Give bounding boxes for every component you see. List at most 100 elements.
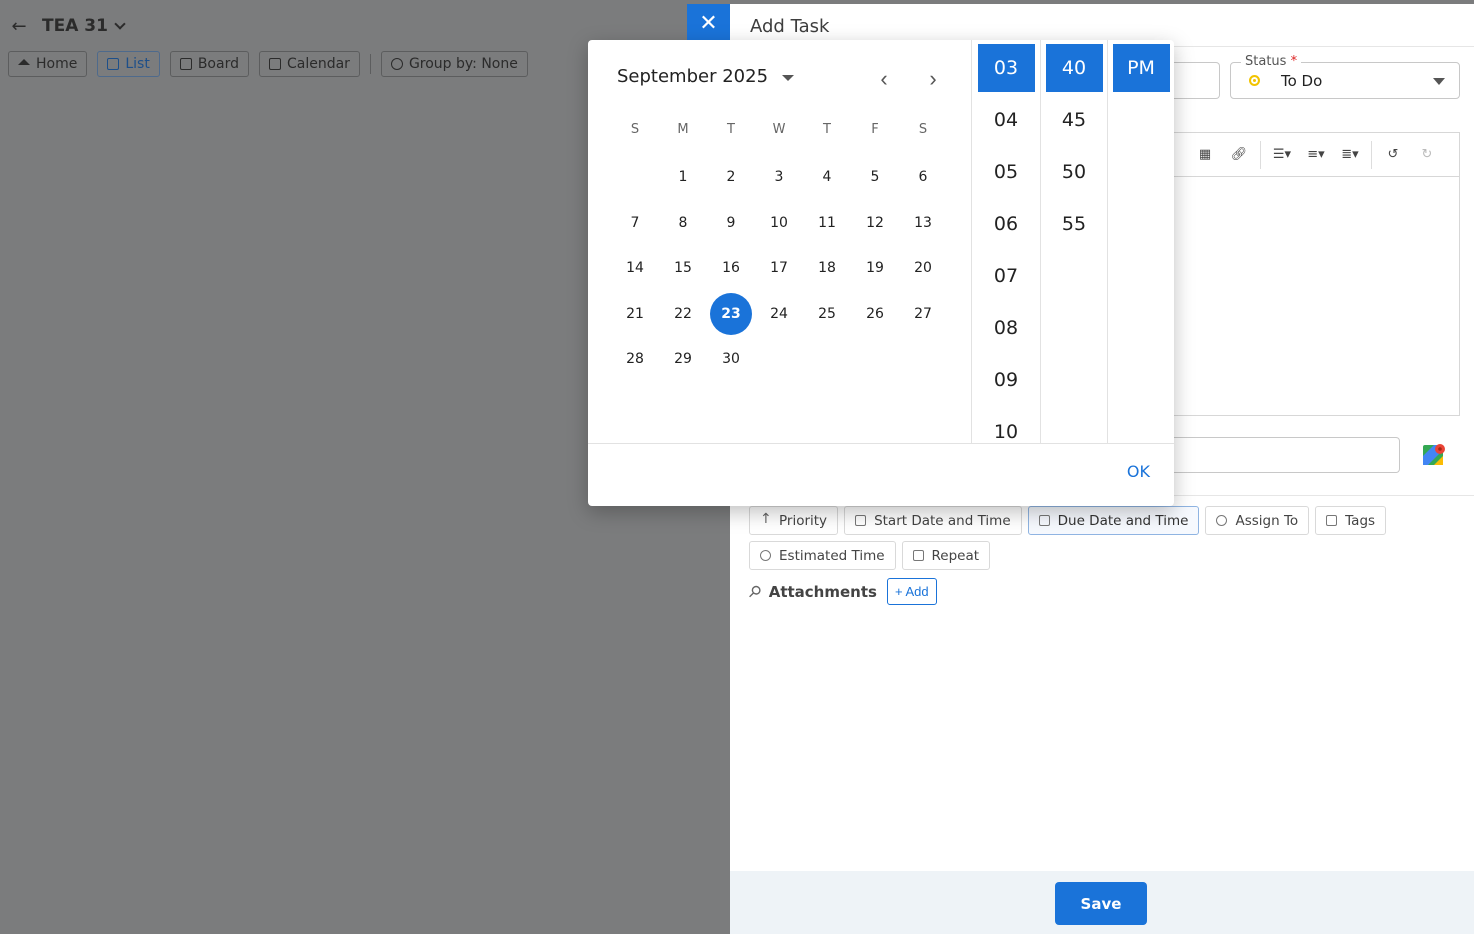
ban-icon	[390, 58, 403, 70]
day-cell[interactable]: 28	[614, 338, 656, 380]
minute-option[interactable]: 55	[1046, 200, 1103, 248]
view-button-calendar[interactable]: Calendar	[258, 51, 360, 77]
chip-priority[interactable]: Priority	[749, 506, 839, 535]
day-cell[interactable]: 10	[758, 202, 800, 244]
hour-option[interactable]: 10	[978, 408, 1035, 443]
day-cell[interactable]: 20	[902, 247, 944, 289]
link-icon[interactable]: 🔗︎	[1222, 147, 1256, 162]
weekday-label: T	[823, 122, 831, 137]
month-caret-down-icon[interactable]	[782, 75, 794, 81]
hour-option[interactable]: 06	[978, 200, 1035, 248]
hour-option[interactable]: 03	[977, 44, 1035, 92]
location-input[interactable]	[1170, 437, 1400, 473]
chip-due-date-and-time[interactable]: Due Date and Time	[1027, 506, 1200, 535]
home-icon	[18, 59, 30, 65]
day-cell[interactable]: 14	[614, 247, 656, 289]
save-button[interactable]: Save	[1055, 882, 1147, 925]
chip-label: Estimated Time	[779, 547, 885, 564]
google-maps-icon[interactable]	[1422, 442, 1446, 466]
day-cell[interactable]: 30	[710, 338, 752, 380]
hours-column[interactable]: 03 04 05 06 07 08 09 10	[971, 40, 1040, 443]
minute-option[interactable]: 40	[1045, 44, 1103, 92]
meridiem-option[interactable]: PM	[1112, 44, 1170, 92]
table-icon[interactable]: ▦	[1188, 147, 1222, 162]
chip-tags[interactable]: Tags	[1315, 506, 1387, 535]
day-cell[interactable]: 11	[806, 202, 848, 244]
day-cell[interactable]: 22	[662, 293, 704, 335]
clock-icon	[760, 550, 771, 561]
board-icon	[179, 58, 192, 70]
view-button-group-by-none[interactable]: Group by: None	[380, 51, 528, 77]
status-select[interactable]: Status * To Do	[1230, 54, 1460, 99]
next-month-button[interactable]: ›	[920, 66, 946, 92]
chip-label: Assign To	[1235, 512, 1299, 529]
day-cell[interactable]: 2	[710, 156, 752, 198]
chip-label: Start Date and Time	[874, 512, 1011, 529]
redo-icon[interactable]: ↻	[1410, 147, 1444, 162]
back-arrow-icon[interactable]: ←	[10, 16, 28, 37]
chip-estimated-time[interactable]: Estimated Time	[749, 541, 896, 570]
day-cell[interactable]: 19	[854, 247, 896, 289]
selected-day[interactable]: 23	[710, 292, 752, 335]
chevron-down-icon	[114, 18, 126, 30]
view-button-home[interactable]: Home	[8, 51, 88, 77]
month-label[interactable]: September 2025	[617, 66, 768, 87]
view-button-list[interactable]: List	[97, 51, 160, 77]
task-field-partial[interactable]	[1170, 62, 1220, 99]
day-cell[interactable]: 29	[662, 338, 704, 380]
day-cell[interactable]: 24	[758, 293, 800, 335]
day-cell[interactable]: 27	[902, 293, 944, 335]
chip-repeat[interactable]: Repeat	[901, 541, 991, 570]
day-cell[interactable]: 15	[662, 247, 704, 289]
day-cell[interactable]: 9	[710, 202, 752, 244]
project-title[interactable]: TEA 31	[42, 16, 126, 36]
day-cell[interactable]: 26	[854, 293, 896, 335]
view-toolbar: Home List Board Calendar Group by: None	[8, 51, 528, 77]
close-panel-button[interactable]: ✕	[687, 4, 730, 42]
editor-toolbar: ▦ 🔗︎ ☰▾ ≡▾ ≣▾ ↺ ↻	[1170, 133, 1459, 177]
chip-label: Tags	[1345, 512, 1376, 529]
status-label: Status *	[1241, 54, 1302, 69]
day-cell[interactable]: 21	[614, 293, 656, 335]
ok-button[interactable]: OK	[1127, 462, 1150, 481]
day-cell[interactable]: 16	[710, 247, 752, 289]
hour-option[interactable]: 07	[978, 252, 1035, 300]
hour-option[interactable]: 04	[978, 96, 1035, 144]
day-cell[interactable]: 7	[614, 202, 656, 244]
meridiem-column[interactable]: PM	[1107, 40, 1174, 443]
previous-month-button[interactable]: ‹	[871, 66, 897, 92]
numbered-list-icon[interactable]: ≡▾	[1299, 147, 1333, 162]
chip-assign-to[interactable]: Assign To	[1205, 506, 1310, 535]
minute-option[interactable]: 45	[1046, 96, 1103, 144]
view-button-board[interactable]: Board	[169, 51, 249, 77]
chip-start-date-and-time[interactable]: Start Date and Time	[844, 506, 1022, 535]
add-attachment-button[interactable]: + Add	[886, 578, 937, 605]
day-cell[interactable]: 17	[758, 247, 800, 289]
weekday-header: SMTWTFS	[611, 122, 947, 137]
day-cell[interactable]: 6	[902, 156, 944, 198]
day-cell[interactable]: 1	[662, 156, 704, 198]
day-cell[interactable]: 18	[806, 247, 848, 289]
weekday-label: T	[727, 122, 735, 137]
undo-icon[interactable]: ↺	[1376, 147, 1410, 162]
hour-option[interactable]: 08	[978, 304, 1035, 352]
day-cell[interactable]: 3	[758, 156, 800, 198]
hour-option[interactable]: 09	[978, 356, 1035, 404]
calendar: September 2025 ‹ › SMTWTFS 1 2 3 4 5 6 7 8 9 10 11…	[588, 40, 971, 443]
hour-option[interactable]: 05	[978, 148, 1035, 196]
bullet-list-icon[interactable]: ☰▾	[1265, 147, 1299, 162]
minute-option[interactable]: 50	[1046, 148, 1103, 196]
day-cell[interactable]: 25	[806, 293, 848, 335]
align-icon[interactable]: ≣▾	[1333, 147, 1367, 162]
chip-label: Priority	[779, 512, 828, 529]
toolbar-divider	[1371, 140, 1372, 169]
minutes-column[interactable]: 40 45 50 55	[1040, 40, 1107, 443]
day-cell[interactable]: 4	[806, 156, 848, 198]
day-cell[interactable]: 13	[902, 202, 944, 244]
day-cell[interactable]: 12	[854, 202, 896, 244]
day-cell[interactable]: 5	[854, 156, 896, 198]
toolbar-divider	[1260, 140, 1261, 169]
description-editor[interactable]: ▦ 🔗︎ ☰▾ ≡▾ ≣▾ ↺ ↻	[1170, 132, 1460, 416]
day-cell[interactable]: 8	[662, 202, 704, 244]
view-button-label: Board	[197, 56, 239, 72]
